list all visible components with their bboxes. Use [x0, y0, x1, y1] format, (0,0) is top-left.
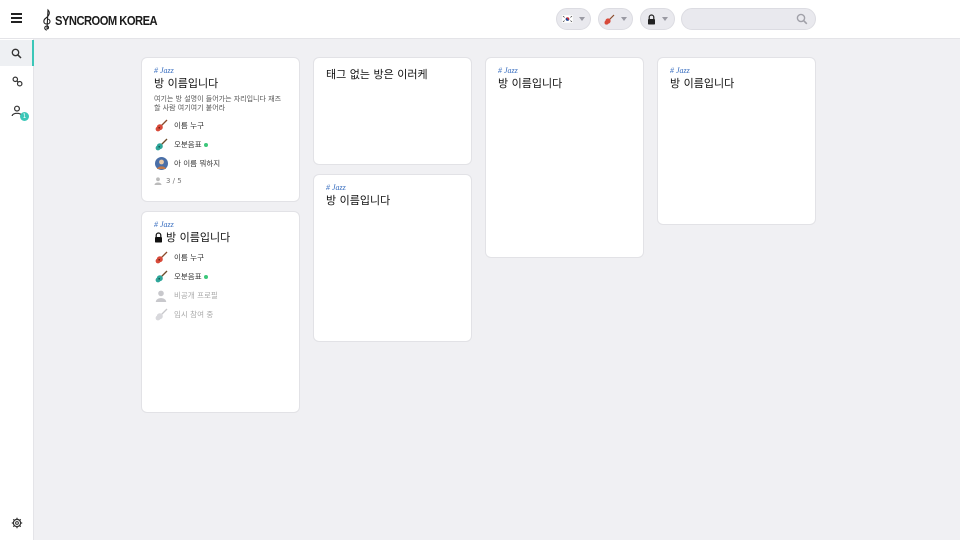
chevron-down-icon — [621, 17, 627, 21]
chevron-down-icon — [662, 17, 668, 21]
member-name: 오분음표 — [174, 272, 202, 281]
room-description: 여기는 방 설명이 들어가는 자리입니다 재즈 할 사람 여기여기 붙어라 — [154, 95, 282, 112]
room-title: 방 이름입니다 — [154, 77, 219, 90]
search-icon[interactable] — [796, 13, 808, 25]
member-name: 오분음표 — [174, 140, 202, 149]
sidebar-item-link[interactable] — [0, 68, 34, 94]
room-tag[interactable]: # Jazz — [670, 66, 803, 76]
member-count: 3 / 5 — [154, 177, 287, 185]
room-title: 방 이름입니다 — [498, 77, 563, 90]
bass-icon — [154, 270, 168, 284]
member-name: 아 이름 뭐하지 — [174, 159, 221, 168]
instrument-filter[interactable] — [598, 8, 633, 30]
member-name: 비공개 프로필 — [174, 291, 218, 300]
guitar-icon — [154, 119, 168, 133]
room-card[interactable]: # Jazz 방 이름입니다 — [657, 57, 816, 225]
search-input[interactable] — [690, 11, 795, 27]
search-box[interactable] — [681, 8, 816, 30]
room-tag[interactable]: # Jazz — [326, 183, 459, 193]
guitar-icon — [604, 14, 615, 25]
room-tag[interactable]: # Jazz — [154, 66, 287, 76]
sidebar-item-search[interactable] — [0, 40, 34, 66]
language-filter[interactable] — [556, 8, 591, 30]
member-item: 비공개 프로필 — [154, 286, 287, 305]
online-indicator — [203, 274, 208, 279]
member-item: 오분음표 — [154, 135, 287, 154]
room-title-text: 방 이름입니다 — [166, 231, 231, 244]
person-icon — [154, 177, 162, 185]
member-name: 이름 누구 — [174, 121, 204, 130]
member-item: 이름 누구 — [154, 248, 287, 267]
search-icon — [11, 48, 22, 59]
room-card[interactable]: # Jazz 방 이름입니다 여기는 방 설명이 들어가는 자리입니다 재즈 할… — [141, 57, 300, 202]
room-title: 방 이름입니다 — [670, 77, 735, 90]
lock-filter[interactable] — [640, 8, 675, 30]
logo-text: SYNCROOM KOREA — [55, 12, 158, 28]
member-count-text: 3 / 5 — [166, 177, 182, 185]
member-item: 이름 누구 — [154, 116, 287, 135]
chevron-down-icon — [579, 17, 585, 21]
guitar-icon — [154, 251, 168, 265]
member-item: 아 이름 뭐하지 — [154, 154, 287, 173]
room-card[interactable]: # Jazz 방 이름입니다 이름 누구 오분음표 비공개 프로필 임시 참여 … — [141, 211, 300, 413]
gear-icon — [11, 517, 23, 529]
bass-icon — [154, 138, 168, 152]
room-tag[interactable]: # Jazz — [154, 220, 287, 230]
room-card[interactable]: 태그 없는 방은 이러케 — [313, 57, 472, 165]
lock-icon — [155, 232, 162, 243]
link-icon — [11, 75, 23, 87]
room-card[interactable]: # Jazz 방 이름입니다 — [485, 57, 644, 258]
bass-icon — [154, 308, 168, 322]
room-tag[interactable]: # Jazz — [498, 66, 631, 76]
member-item: 임시 참여 중 — [154, 305, 287, 324]
room-title: 방 이름입니다 — [154, 230, 287, 245]
online-indicator — [203, 142, 208, 147]
room-title: 방 이름입니다 — [326, 194, 391, 207]
korea-flag-icon — [562, 15, 573, 23]
person-icon — [154, 289, 168, 303]
logo[interactable]: SYNCROOM KOREA — [42, 8, 174, 32]
sidebar: 1 — [0, 39, 34, 540]
notification-badge: 1 — [20, 112, 29, 121]
treble-clef-icon — [43, 8, 51, 31]
member-name: 임시 참여 중 — [174, 310, 214, 319]
menu-icon[interactable] — [11, 13, 22, 23]
lock-icon — [648, 13, 655, 24]
avatar-icon — [154, 157, 168, 171]
member-name: 이름 누구 — [174, 253, 204, 262]
member-item: 오분음표 — [154, 267, 287, 286]
top-bar: SYNCROOM KOREA — [0, 0, 960, 39]
room-title: 태그 없는 방은 이러케 — [326, 68, 428, 81]
sidebar-item-settings[interactable] — [0, 510, 34, 536]
room-card[interactable]: # Jazz 방 이름입니다 — [313, 174, 472, 342]
sidebar-item-friends[interactable]: 1 — [0, 98, 34, 124]
